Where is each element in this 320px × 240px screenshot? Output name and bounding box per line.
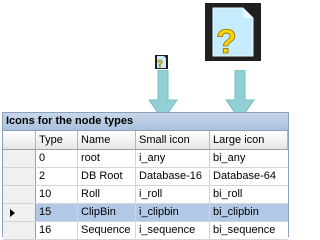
row-header-corner (3, 131, 36, 149)
column-header-large-icon[interactable]: Large icon (210, 131, 288, 149)
row-selector[interactable] (3, 168, 36, 185)
column-header-type[interactable]: Type (36, 131, 78, 149)
small-question-file-icon: ? (155, 55, 168, 70)
row-selector[interactable] (3, 186, 36, 203)
small-icon-cell[interactable]: i_sequence (136, 222, 210, 239)
type-cell[interactable]: 2 (36, 168, 78, 185)
large-icon-cell[interactable]: bi_any (210, 150, 288, 167)
column-header-small-icon[interactable]: Small icon (136, 131, 210, 149)
small-icon-cell[interactable]: i_clipbin (136, 204, 210, 221)
node-types-grid: Icons for the node types Type Name Small… (2, 112, 289, 240)
type-cell[interactable]: 15 (36, 204, 78, 221)
name-cell[interactable]: Sequence (78, 222, 136, 239)
table-row[interactable]: 2 DB Root Database-16 Database-64 (3, 168, 288, 186)
type-cell[interactable]: 10 (36, 186, 78, 203)
name-cell[interactable]: ClipBin (78, 204, 136, 221)
current-row-indicator-icon (10, 209, 15, 217)
large-icon-cell[interactable]: bi_sequence (210, 222, 288, 239)
table-row[interactable]: 0 root i_any bi_any (3, 150, 288, 168)
large-question-file-icon: ? (205, 3, 261, 61)
table-row[interactable]: 16 Sequence i_sequence bi_sequence (3, 222, 288, 240)
type-cell[interactable]: 16 (36, 222, 78, 239)
svg-text:?: ? (216, 23, 237, 61)
table-row[interactable]: 10 Roll i_roll bi_roll (3, 186, 288, 204)
table-row-selected[interactable]: 15 ClipBin i_clipbin bi_clipbin (3, 204, 288, 222)
row-selector[interactable] (3, 150, 36, 167)
grid-header-row: Type Name Small icon Large icon (3, 131, 288, 150)
row-selector[interactable] (3, 222, 36, 239)
small-icon-cell[interactable]: i_any (136, 150, 210, 167)
name-cell[interactable]: DB Root (78, 168, 136, 185)
grid-caption: Icons for the node types (3, 113, 288, 131)
small-icon-cell[interactable]: i_roll (136, 186, 210, 203)
large-icon-cell[interactable]: bi_clipbin (210, 204, 288, 221)
svg-text:?: ? (157, 59, 163, 69)
column-header-name[interactable]: Name (78, 131, 136, 149)
large-icon-cell[interactable]: Database-64 (210, 168, 288, 185)
small-icon-cell[interactable]: Database-16 (136, 168, 210, 185)
large-icon-cell[interactable]: bi_roll (210, 186, 288, 203)
row-selector[interactable] (3, 204, 36, 221)
name-cell[interactable]: root (78, 150, 136, 167)
name-cell[interactable]: Roll (78, 186, 136, 203)
type-cell[interactable]: 0 (36, 150, 78, 167)
